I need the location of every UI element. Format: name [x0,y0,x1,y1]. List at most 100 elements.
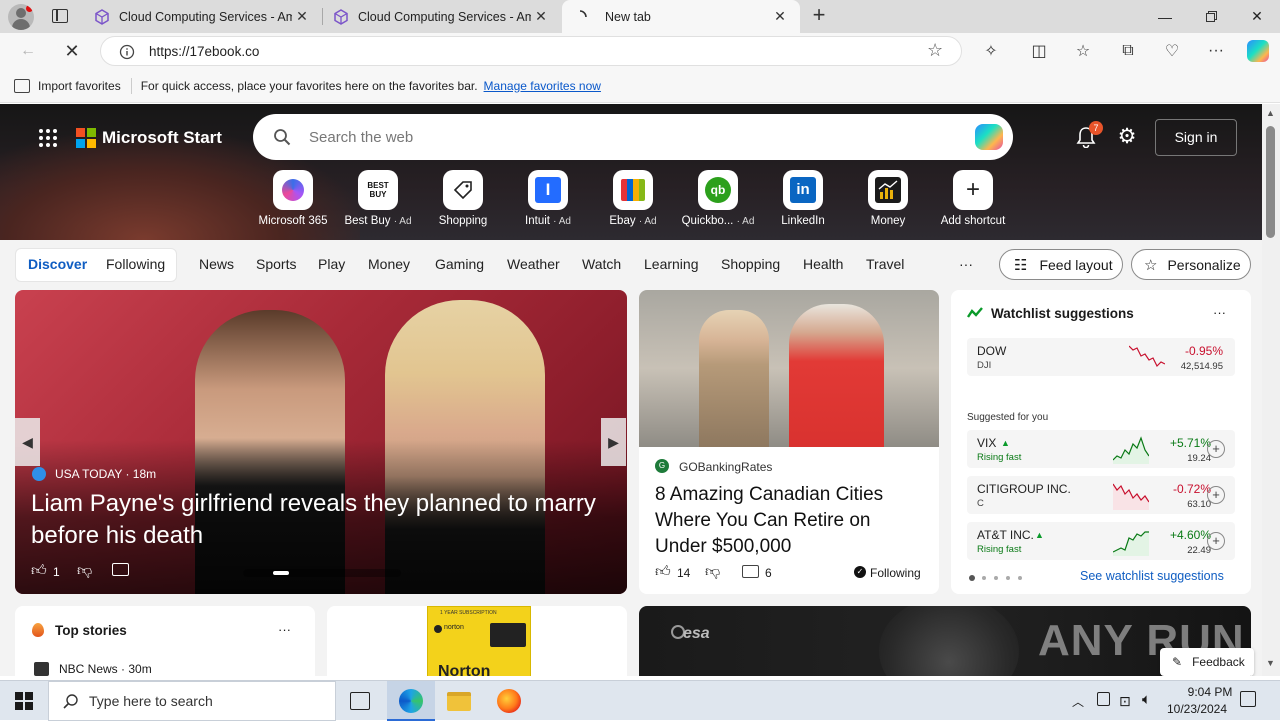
import-favorites-link[interactable]: Import favorites [38,79,121,93]
manage-favorites-link[interactable]: Manage favorites now [484,79,601,93]
nav-travel[interactable]: Travel [866,256,904,272]
main-story-headline[interactable]: Liam Payne's girlfriend reveals they pla… [31,488,621,552]
volume-icon[interactable]: 🔈︎ [1142,691,1151,708]
stock-row-vix[interactable]: VIX ▲ Rising fast +5.71% 19.24 [967,430,1235,468]
firefox-icon[interactable] [497,689,521,713]
profile-avatar-icon[interactable] [8,4,34,30]
shortcut-money[interactable]: Money [844,170,932,227]
minimize-button[interactable]: — [1142,0,1188,33]
sign-in-button[interactable]: Sign in [1155,119,1237,156]
collections-icon[interactable]: ⧉ [1113,36,1143,66]
nav-money[interactable]: Money [368,256,410,272]
carousel-next-button[interactable]: ▶ [601,418,626,466]
close-tab-icon[interactable]: ✕ [292,8,312,25]
copilot-search-icon[interactable] [975,124,1003,150]
nav-play[interactable]: Play [318,256,345,272]
edge-taskbar-icon[interactable] [387,681,435,721]
shortcut-microsoft-365[interactable]: Microsoft 365 [249,170,337,227]
comment-icon[interactable] [112,563,129,576]
like-icon[interactable]: 👍︎ [31,562,47,580]
page-scrollbar[interactable]: ▲ ▼ [1262,104,1280,676]
scroll-down-arrow-icon[interactable]: ▼ [1266,658,1275,668]
nav-watch[interactable]: Watch [582,256,621,272]
shortcut-linkedin[interactable]: in LinkedIn [759,170,847,227]
clock-date[interactable]: 10/23/2024 [1160,702,1234,716]
personalize-button[interactable]: ☆ Personalize [1131,249,1251,280]
tab-following[interactable]: Following [106,256,165,272]
split-screen-icon[interactable]: ◫ [1024,36,1054,66]
side-story-card[interactable]: G GOBankingRates 8 Amazing Canadian Citi… [639,290,939,594]
tab-cloud-computing-1[interactable]: Cloud Computing Services - Am ✕ [84,0,322,33]
close-tab-icon[interactable]: ✕ [531,8,551,25]
watchlist-more-icon[interactable]: ··· [1213,305,1226,320]
copilot-icon[interactable] [1243,36,1273,66]
carousel-prev-button[interactable]: ◀ [15,418,40,466]
dislike-icon[interactable]: 👎︎ [705,563,720,581]
shortcut-shopping[interactable]: Shopping [419,170,507,227]
settings-gear-icon[interactable]: ⚙ [1116,126,1138,148]
tab-new-tab[interactable]: New tab ✕ [562,0,800,33]
top-stories-more-icon[interactable]: ··· [278,622,291,637]
web-search-box[interactable]: Search the web [253,114,1013,160]
restore-button[interactable] [1188,0,1234,33]
notifications-center-icon[interactable] [1240,691,1256,707]
brand-title[interactable]: Microsoft Start [102,128,222,148]
feedback-button[interactable]: ✎ Feedback [1160,648,1254,676]
stock-row-dow[interactable]: DOW DJI -0.95% 42,514.95 [967,338,1235,376]
network-icon[interactable] [1097,692,1110,706]
nav-sports[interactable]: Sports [256,256,296,272]
shortcut-add[interactable]: + Add shortcut [929,170,1017,227]
new-tab-button[interactable]: + [806,3,832,29]
following-label[interactable]: Following [870,566,921,580]
favorites-icon[interactable]: ☆ [1068,36,1098,66]
clock-time[interactable]: 9:04 PM [1173,685,1247,699]
tab-actions-icon[interactable] [52,9,68,23]
add-citigroup-button[interactable]: + [1207,486,1225,504]
nav-news[interactable]: News [199,256,234,272]
show-hidden-icons[interactable]: ︿ [1072,693,1084,710]
nav-weather[interactable]: Weather [507,256,560,272]
scroll-thumb[interactable] [1266,126,1275,238]
nav-shopping[interactable]: Shopping [721,256,780,272]
stock-row-citigroup[interactable]: CITIGROUP INC. C -0.72% 63.10 [967,476,1235,514]
info-icon[interactable] [119,44,135,60]
back-arrow-icon[interactable]: ← [13,36,43,66]
nav-more-icon[interactable]: ··· [959,256,973,272]
like-icon[interactable]: 👍︎ [655,563,671,581]
watchlist-pager-dots[interactable] [969,575,1025,581]
close-window-button[interactable]: ✕ [1234,0,1280,33]
windows-start-icon[interactable] [15,692,33,710]
stock-row-att[interactable]: AT&T INC. ▲ Rising fast +4.60% 22.49 [967,522,1235,560]
app-launcher-icon[interactable] [38,128,58,148]
shortcut-ebay[interactable]: Ebay · Ad [589,170,677,227]
ethernet-icon[interactable]: ⊡ [1119,693,1131,710]
shortcut-best-buy[interactable]: BEST BUY Best Buy · Ad [334,170,422,227]
watchlist-title[interactable]: Watchlist suggestions [991,306,1134,321]
shortcut-intuit[interactable]: I Intuit · Ad [504,170,592,227]
favorite-star-icon[interactable]: ☆ [927,40,943,61]
settings-more-icon[interactable]: ··· [1201,36,1231,66]
carousel-dots[interactable] [243,569,401,577]
dislike-icon[interactable]: 👎︎ [77,562,92,580]
nav-learning[interactable]: Learning [644,256,699,272]
norton-ad-card[interactable]: 1 YEAR SUBSCRIPTION norton Norton [327,606,627,676]
stop-loading-icon[interactable]: ✕ [57,36,87,66]
shortcut-quickbooks[interactable]: qb Quickbo... · Ad [674,170,762,227]
notifications-bell-icon[interactable]: 7 [1076,121,1103,149]
taskbar-search-box[interactable]: Type here to search [48,681,336,721]
browser-essentials-icon[interactable]: ♡ [1157,36,1187,66]
tab-cloud-computing-2[interactable]: Cloud Computing Services - Am ✕ [323,0,561,33]
feed-layout-button[interactable]: ☷ Feed layout [999,249,1123,280]
nav-health[interactable]: Health [803,256,843,272]
tab-discover[interactable]: Discover [28,256,87,272]
file-explorer-icon[interactable] [447,692,471,711]
add-vix-button[interactable]: + [1207,440,1225,458]
add-att-button[interactable]: + [1207,532,1225,550]
nav-gaming[interactable]: Gaming [435,256,484,272]
address-bar[interactable]: https://17ebook.co ☆ [100,36,962,66]
top-stories-title[interactable]: Top stories [55,623,127,638]
side-story-headline[interactable]: 8 Amazing Canadian Cities Where You Can … [655,482,927,560]
import-favorites-icon[interactable] [14,78,30,93]
extensions-icon[interactable]: ✧ [976,36,1006,66]
main-story-card[interactable]: ◀ ▶ USA TODAY · 18m Liam Payne's girlfri… [15,290,627,594]
